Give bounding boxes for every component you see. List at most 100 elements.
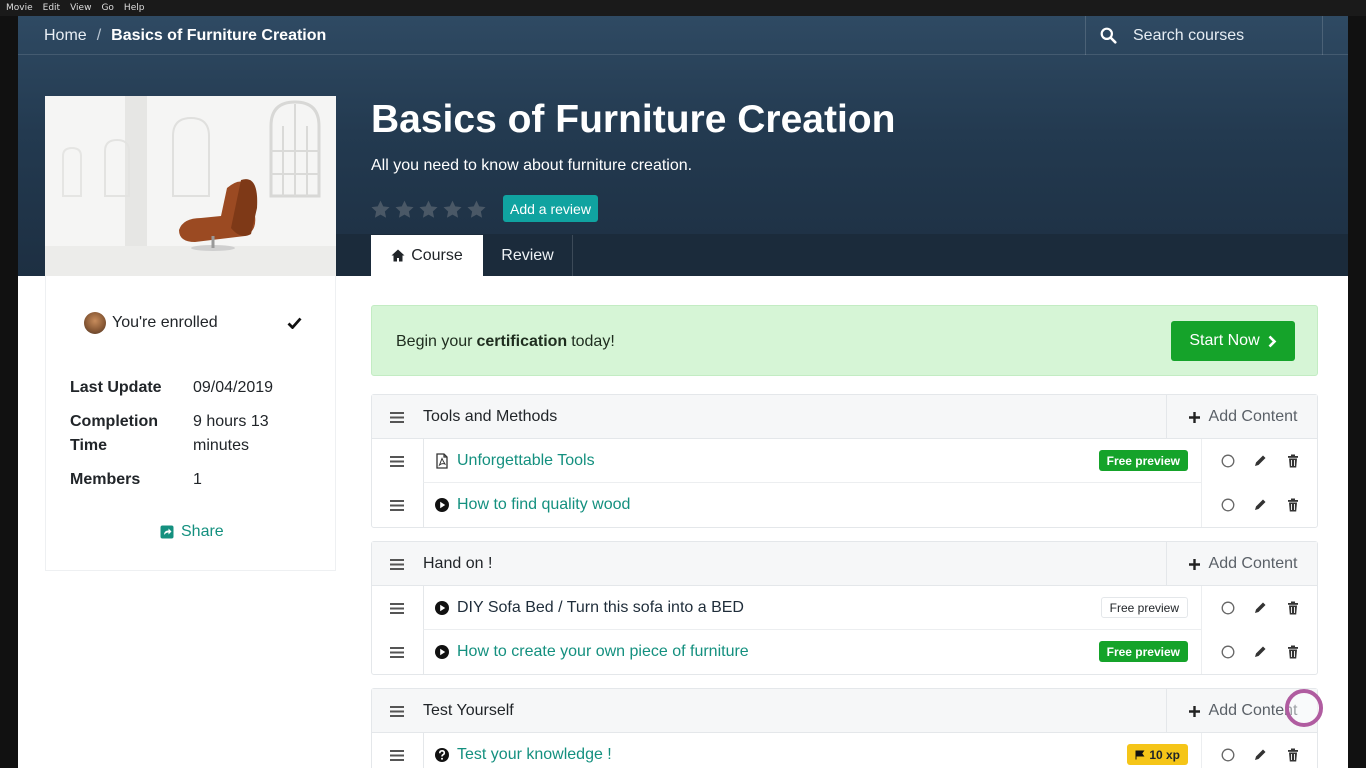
- breadcrumb-home-link[interactable]: Home: [44, 27, 87, 45]
- search-box: [1085, 16, 1323, 55]
- course-sidebar: You're enrolled Last Update 09/04/2019 C…: [45, 276, 336, 571]
- plus-icon: [1188, 705, 1200, 717]
- section-header: Tools and Methods Add Content: [372, 395, 1317, 439]
- course-title: Basics of Furniture Creation: [371, 98, 896, 141]
- cert-prefix: Begin your: [396, 332, 473, 350]
- drag-handle-icon[interactable]: [390, 706, 404, 717]
- pencil-icon[interactable]: [1253, 748, 1267, 762]
- menu-go[interactable]: Go: [101, 3, 113, 13]
- course-subtitle: All you need to know about furniture cre…: [371, 157, 693, 174]
- breadcrumb-separator: /: [96, 26, 102, 44]
- enrolled-label: You're enrolled: [112, 314, 218, 331]
- content-title-link[interactable]: How to create your own piece of furnitur…: [457, 630, 749, 674]
- add-content-label: Add Content: [1208, 555, 1298, 572]
- add-review-button[interactable]: Add a review: [503, 195, 598, 222]
- content-title-link[interactable]: Unforgettable Tools: [457, 439, 595, 483]
- free-preview-badge[interactable]: Free preview: [1100, 597, 1188, 618]
- star-icon[interactable]: [442, 199, 463, 220]
- menu-edit[interactable]: Edit: [43, 3, 60, 13]
- circle-icon[interactable]: [1221, 645, 1235, 659]
- drag-handle-icon[interactable]: [390, 603, 404, 614]
- tab-course[interactable]: Course: [371, 235, 483, 276]
- search-icon[interactable]: [1100, 27, 1117, 44]
- cert-suffix: today!: [571, 332, 615, 350]
- star-icon[interactable]: [466, 199, 487, 220]
- pencil-icon[interactable]: [1253, 601, 1267, 615]
- list-item-content: How to create your own piece of furnitur…: [423, 630, 1201, 674]
- section-title: Tools and Methods: [423, 408, 558, 425]
- play-icon: [435, 601, 449, 615]
- list-item: Test your knowledge ! 10 xp: [372, 733, 1317, 768]
- search-input[interactable]: [1133, 26, 1293, 45]
- trash-icon[interactable]: [1286, 645, 1300, 659]
- recording-indicator-icon: [1285, 689, 1323, 727]
- pencil-icon[interactable]: [1253, 498, 1267, 512]
- add-content-button[interactable]: Add Content: [1166, 395, 1318, 439]
- content-title-link[interactable]: DIY Sofa Bed / Turn this sofa into a BED: [457, 586, 744, 630]
- trash-icon[interactable]: [1286, 454, 1300, 468]
- section-title: Hand on !: [423, 555, 493, 572]
- checkmark-icon: [287, 317, 302, 329]
- certification-banner: Begin your certification today! Start No…: [371, 305, 1318, 376]
- play-icon: [435, 645, 449, 659]
- tab-review-label: Review: [501, 246, 554, 264]
- browser-content: Home / Basics of Furniture Creation Sear…: [18, 16, 1348, 768]
- start-now-button[interactable]: Start Now: [1171, 321, 1295, 361]
- star-icon[interactable]: [418, 199, 439, 220]
- row-actions: [1201, 630, 1319, 674]
- os-menubar: Movie Edit View Go Help: [0, 0, 1366, 16]
- trash-icon[interactable]: [1286, 748, 1300, 762]
- menu-help[interactable]: Help: [124, 3, 145, 13]
- meta-value: 9 hours 13 minutes: [193, 413, 269, 454]
- meta-last-update: Last Update 09/04/2019: [70, 376, 303, 400]
- list-item: Unforgettable Tools Free preview: [372, 439, 1317, 483]
- top-navbar: Home / Basics of Furniture Creation: [18, 16, 1348, 55]
- tab-review[interactable]: Review: [483, 235, 573, 276]
- drag-handle-icon[interactable]: [390, 647, 404, 658]
- trash-icon[interactable]: [1286, 498, 1300, 512]
- drag-handle-icon[interactable]: [390, 456, 404, 467]
- content-title-link[interactable]: Test your knowledge !: [457, 733, 612, 768]
- share-icon: [160, 525, 174, 539]
- list-item: How to create your own piece of furnitur…: [372, 630, 1317, 674]
- drag-handle-icon[interactable]: [390, 559, 404, 570]
- menu-view[interactable]: View: [70, 3, 91, 13]
- drag-handle-icon[interactable]: [390, 412, 404, 423]
- drag-handle-icon[interactable]: [390, 500, 404, 511]
- free-preview-badge: Free preview: [1098, 641, 1188, 662]
- section-title: Test Yourself: [423, 702, 514, 719]
- cert-bold: certification: [476, 332, 568, 350]
- meta-value: 09/04/2019: [193, 379, 274, 396]
- xp-badge: 10 xp: [1127, 744, 1188, 765]
- home-icon: [391, 249, 405, 262]
- meta-key: Completion Time: [70, 413, 158, 454]
- section-header: Test Yourself Add Content: [372, 689, 1317, 733]
- circle-icon[interactable]: [1221, 748, 1235, 762]
- list-item-content: How to find quality wood: [423, 483, 1201, 527]
- content-title-link[interactable]: How to find quality wood: [457, 483, 630, 527]
- pencil-icon[interactable]: [1253, 454, 1267, 468]
- trash-icon[interactable]: [1286, 601, 1300, 615]
- section-test-yourself: Test Yourself Add Content Test your know…: [371, 688, 1318, 768]
- rating-stars[interactable]: [370, 199, 487, 220]
- drag-handle-icon[interactable]: [390, 750, 404, 761]
- plus-icon: [1188, 411, 1200, 423]
- list-item-content: DIY Sofa Bed / Turn this sofa into a BED…: [423, 586, 1201, 630]
- star-icon[interactable]: [370, 199, 391, 220]
- plus-icon: [1188, 558, 1200, 570]
- share-label: Share: [181, 523, 224, 540]
- tab-course-label: Course: [411, 246, 463, 264]
- row-actions: [1201, 733, 1319, 768]
- circle-icon[interactable]: [1221, 601, 1235, 615]
- avatar: [84, 312, 106, 334]
- circle-icon[interactable]: [1221, 454, 1235, 468]
- play-icon: [435, 498, 449, 512]
- menu-movie[interactable]: Movie: [6, 3, 33, 13]
- meta-key: Members: [70, 471, 141, 488]
- circle-icon[interactable]: [1221, 498, 1235, 512]
- question-icon: [435, 748, 449, 762]
- pencil-icon[interactable]: [1253, 645, 1267, 659]
- share-button[interactable]: Share: [160, 523, 224, 541]
- star-icon[interactable]: [394, 199, 415, 220]
- add-content-button[interactable]: Add Content: [1166, 542, 1318, 586]
